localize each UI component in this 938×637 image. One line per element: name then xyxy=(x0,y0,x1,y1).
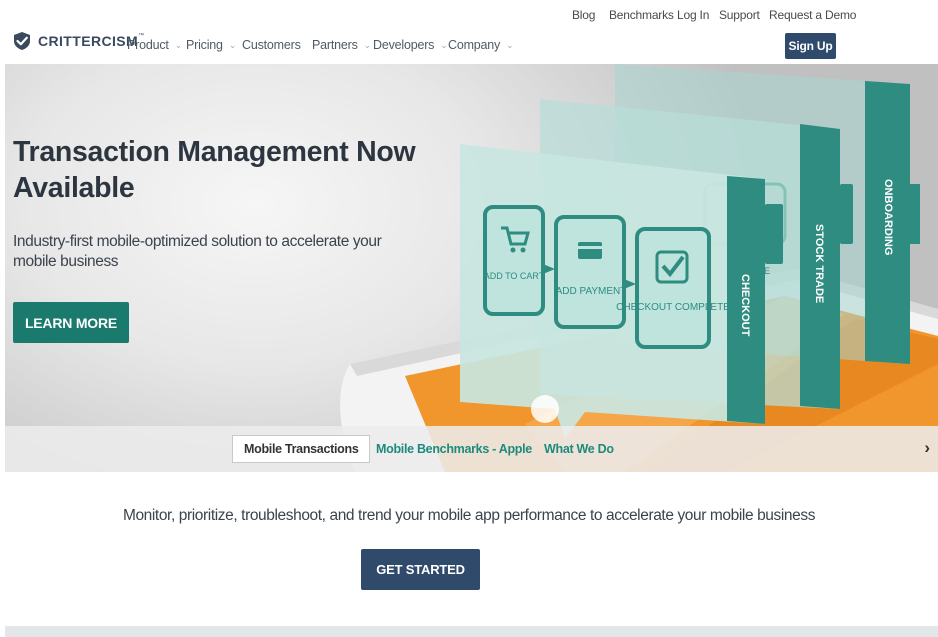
learn-more-button[interactable]: LEARN MORE xyxy=(13,302,129,343)
shield-check-icon xyxy=(14,32,30,50)
panel-label-stock-trade: STOCK TRADE xyxy=(813,224,825,303)
nav-item-developers[interactable]: Developers ⌄ xyxy=(373,38,448,52)
panel-label-onboarding: ONBOARDING xyxy=(882,179,894,255)
card-icon xyxy=(578,242,602,259)
chevron-down-icon: ⌄ xyxy=(440,39,448,50)
signup-button[interactable]: Sign Up xyxy=(785,33,836,59)
util-link-request-demo[interactable]: Request a Demo xyxy=(769,8,856,22)
nav-item-company[interactable]: Company ⌄ xyxy=(448,38,514,52)
carousel-tabs: Mobile Transactions Mobile Benchmarks - … xyxy=(5,426,938,472)
nav-item-customers[interactable]: Customers xyxy=(242,38,301,52)
brand-logo[interactable]: CRITTERCISM™ xyxy=(12,31,144,51)
cart-bubble xyxy=(531,395,559,423)
checkout-complete-step xyxy=(635,227,711,349)
tagline: Monitor, prioritize, troubleshoot, and t… xyxy=(122,507,816,524)
tab-mobile-benchmarks-apple[interactable]: Mobile Benchmarks - Apple xyxy=(376,435,532,463)
section-divider xyxy=(5,626,938,637)
partial-step-label: E xyxy=(764,266,770,276)
nav-item-label: Product xyxy=(127,38,169,52)
add-payment-step xyxy=(554,215,626,329)
step-label: ADD TO CART xyxy=(484,271,545,281)
util-link-blog[interactable]: Blog xyxy=(572,8,595,22)
nav-item-label: Company xyxy=(448,38,501,52)
tab-mobile-transactions[interactable]: Mobile Transactions xyxy=(232,435,371,463)
partial-step-label: TE xyxy=(762,254,774,264)
get-started-button[interactable]: GET STARTED xyxy=(361,549,480,590)
hero-subtitle: Industry-first mobile-optimized solution… xyxy=(13,233,382,270)
nav-item-label: Pricing xyxy=(186,38,223,52)
chevron-down-icon: ⌄ xyxy=(363,39,372,50)
hero-title: Transaction Management Now Available xyxy=(13,136,416,204)
utility-nav: Blog Benchmarks Log In Support Request a… xyxy=(0,0,938,28)
util-link-benchmarks[interactable]: Benchmarks xyxy=(609,8,674,22)
panel-label-checkout: CHECKOUT xyxy=(739,274,751,337)
add-to-cart-step xyxy=(483,205,545,316)
chevron-right-icon[interactable]: › xyxy=(924,438,930,458)
tab-what-we-do[interactable]: What We Do xyxy=(544,435,614,463)
hero-carousel: ADD TO CART ADD PAYMENT CHECKOUT COMPLET… xyxy=(5,64,938,472)
nav-item-label: Partners xyxy=(312,38,358,52)
chevron-down-icon: ⌄ xyxy=(506,39,514,50)
nav-item-label: Customers xyxy=(242,38,301,52)
nav-item-pricing[interactable]: Pricing ⌄ xyxy=(186,38,236,52)
step-label: ADD PAYMENT xyxy=(556,286,627,297)
nav-item-label: Developers xyxy=(373,38,435,52)
chevron-down-icon: ⌄ xyxy=(228,39,237,50)
chevron-down-icon: ⌄ xyxy=(174,39,183,50)
nav-item-product[interactable]: Product ⌄ xyxy=(127,38,182,52)
main-nav: CRITTERCISM™ Product ⌄ Pricing ⌄ Custome… xyxy=(0,28,938,64)
step-label: CHECKOUT COMPLETE xyxy=(616,302,730,313)
util-link-support[interactable]: Support xyxy=(719,8,760,22)
util-link-login[interactable]: Log In xyxy=(677,8,709,22)
nav-item-partners[interactable]: Partners ⌄ xyxy=(312,38,371,52)
